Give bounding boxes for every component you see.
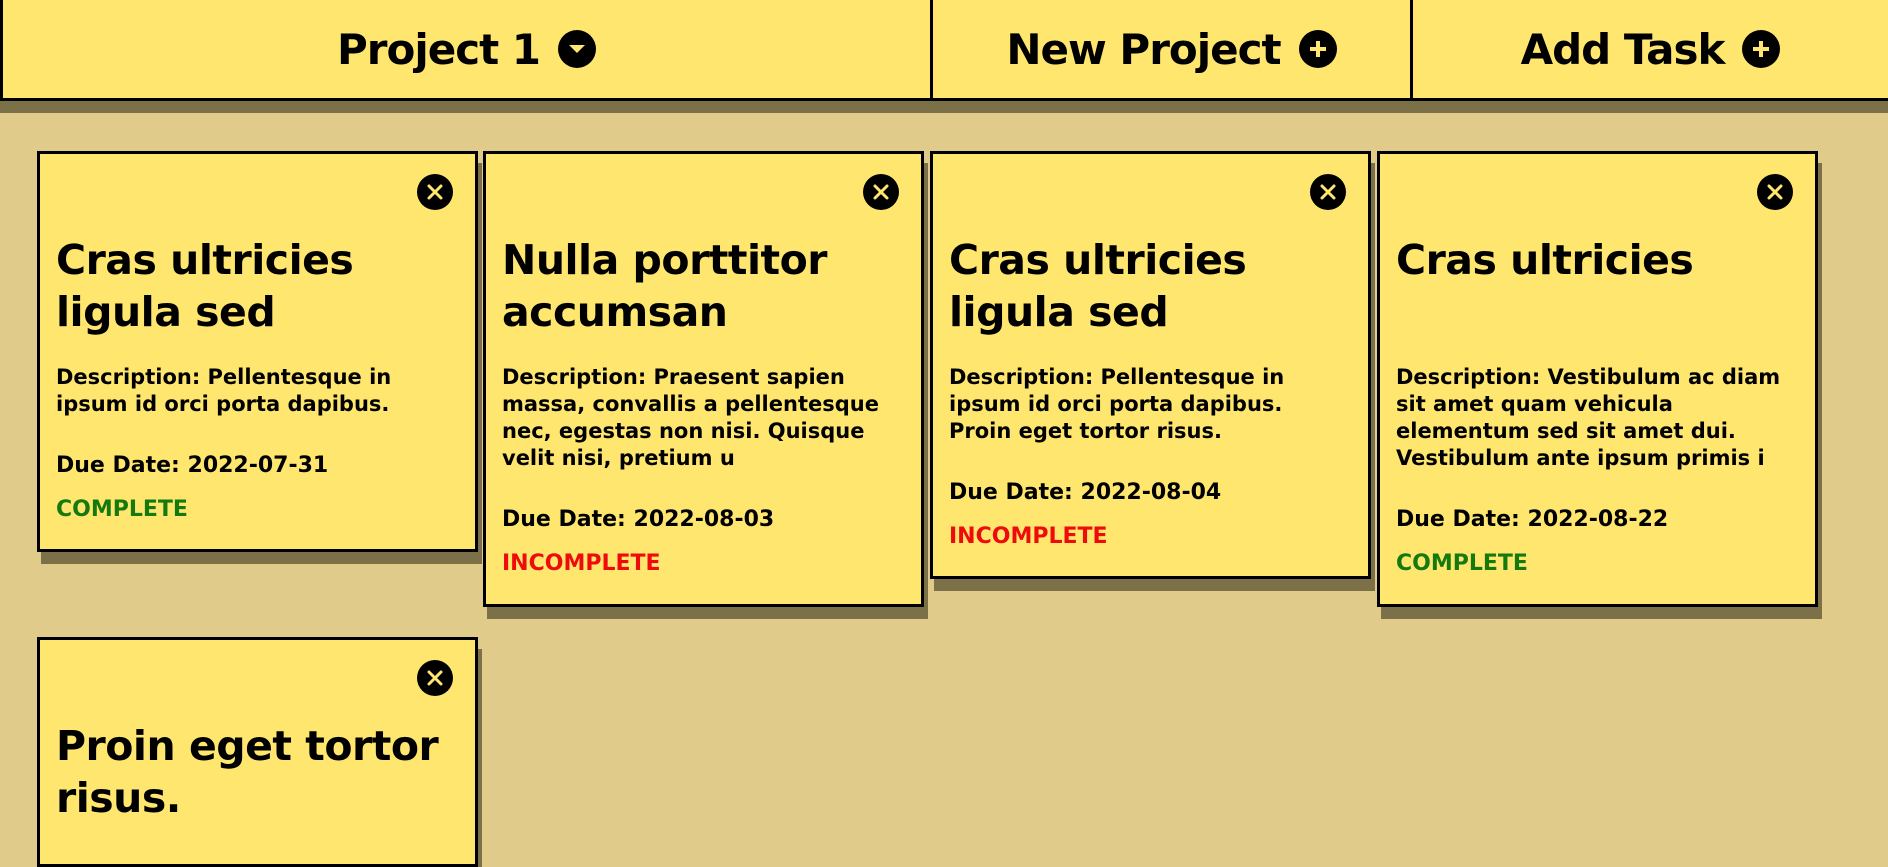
task-title: Cras ultricies ligula sed (56, 236, 354, 336)
project-select-button[interactable]: Project 1 (0, 0, 933, 101)
task-title: Nulla porttitor accumsan (502, 236, 828, 336)
task-due-date: Due Date: 2022-08-03 (502, 507, 775, 532)
plus-icon (1298, 30, 1337, 68)
top-nav-bar: Project 1 New Project Add Task (0, 0, 1888, 113)
task-card: Proin eget tortor risus. (37, 637, 478, 867)
close-icon[interactable] (417, 660, 453, 696)
new-project-label: New Project (1006, 24, 1281, 74)
close-icon[interactable] (417, 174, 453, 210)
close-icon[interactable] (1757, 174, 1793, 210)
task-card: Cras ultricies ligula sed Description: P… (930, 151, 1371, 579)
task-status: COMPLETE (56, 497, 188, 522)
task-description: Description: Vestibulum ac diam sit amet… (1396, 365, 1781, 470)
chevron-down-icon (558, 30, 597, 68)
add-task-label: Add Task (1520, 24, 1726, 74)
task-status: INCOMPLETE (949, 524, 1108, 549)
task-status: COMPLETE (1396, 551, 1528, 576)
task-due-date: Due Date: 2022-08-04 (949, 480, 1222, 505)
task-description: Description: Pellentesque in ipsum id or… (56, 365, 392, 416)
task-card: Cras ultricies ligula sed Description: P… (37, 151, 478, 552)
close-icon[interactable] (863, 174, 899, 210)
task-card: Nulla porttitor accumsan Description: Pr… (483, 151, 924, 607)
task-status: INCOMPLETE (502, 551, 661, 576)
task-due-date: Due Date: 2022-07-31 (56, 453, 329, 478)
plus-icon (1742, 30, 1781, 68)
task-title: Proin eget tortor risus. (56, 722, 439, 822)
task-title: Cras ultricies (1396, 236, 1694, 284)
close-icon[interactable] (1310, 174, 1346, 210)
task-description: Description: Praesent sapien massa, conv… (502, 365, 879, 470)
task-description: Description: Pellentesque in ipsum id or… (949, 365, 1285, 443)
add-task-button[interactable]: Add Task (1410, 0, 1888, 101)
task-title: Cras ultricies ligula sed (949, 236, 1247, 336)
project-select-label: Project 1 (336, 24, 541, 74)
new-project-button[interactable]: New Project (930, 0, 1413, 101)
task-due-date: Due Date: 2022-08-22 (1396, 507, 1669, 532)
task-card: Cras ultricies Description: Vestibulum a… (1377, 151, 1818, 607)
